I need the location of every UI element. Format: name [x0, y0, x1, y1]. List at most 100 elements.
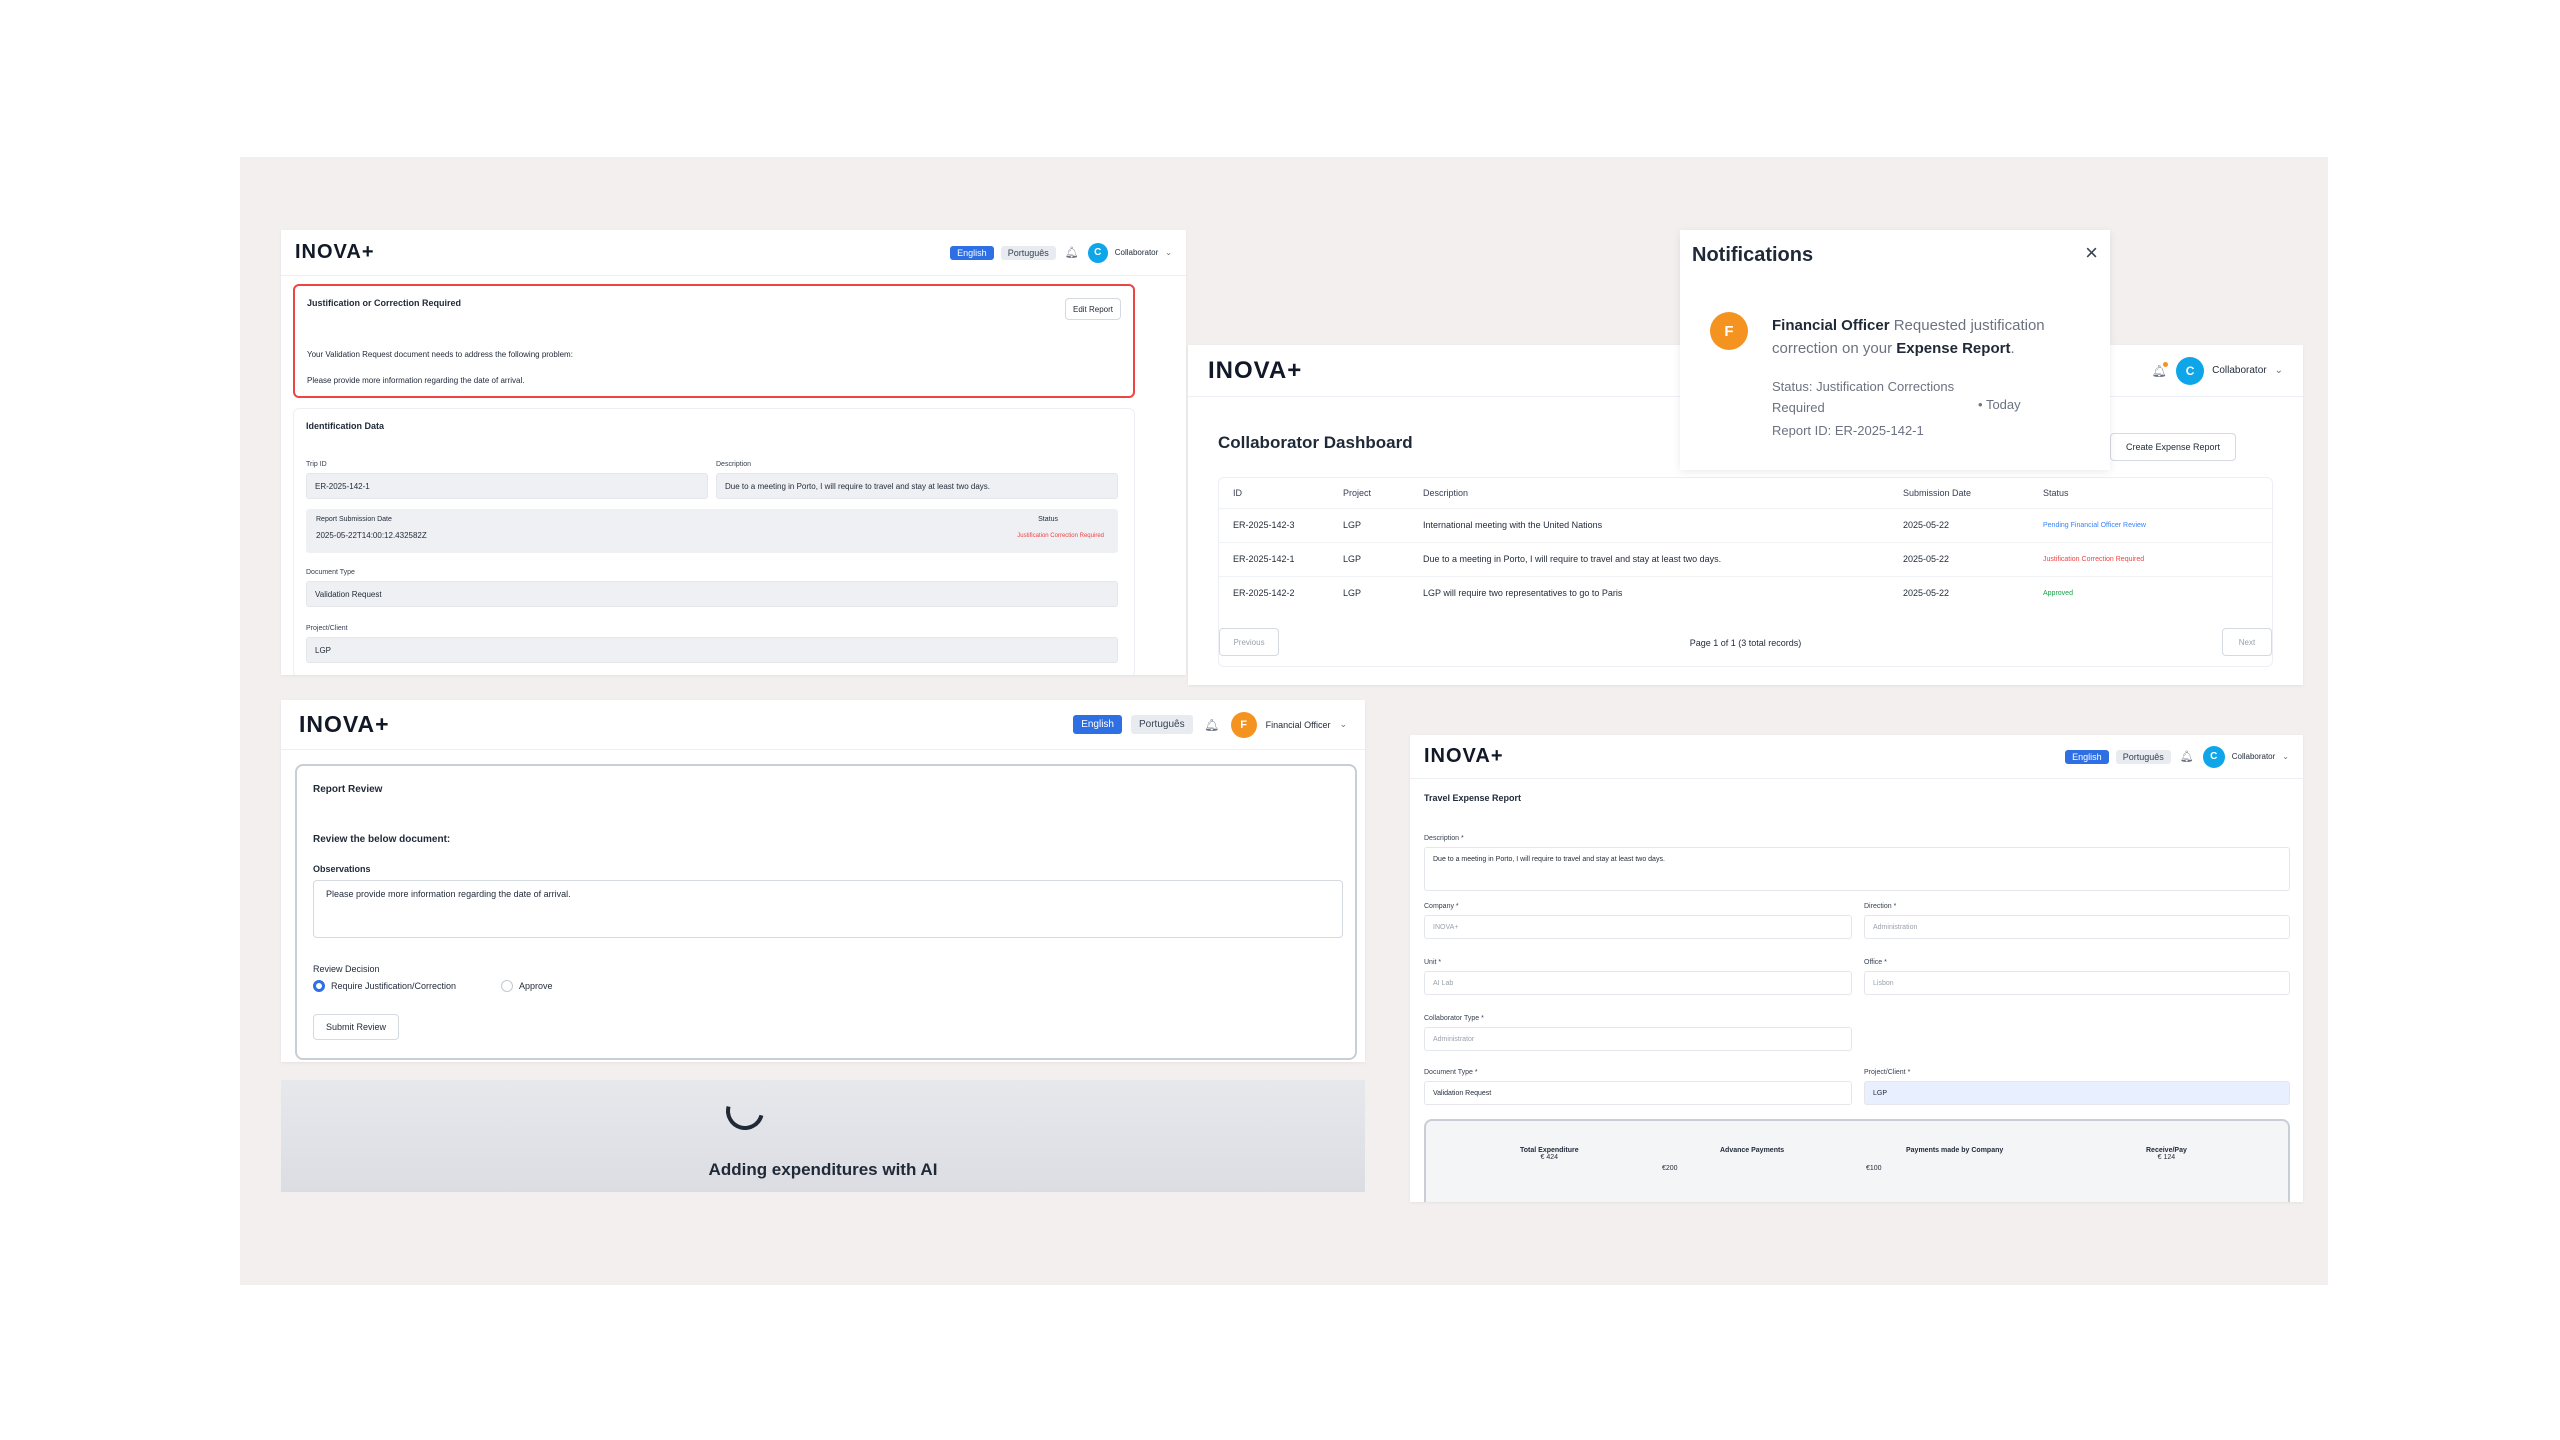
section-title: Identification Data: [306, 421, 385, 431]
row-id: ER-2025-142-3: [1233, 520, 1295, 530]
status-label: Status: [1038, 516, 1058, 523]
submission-date-label: Report Submission Date: [316, 516, 392, 523]
logo: INOVA+: [1208, 356, 1303, 384]
chevron-down-icon[interactable]: ⌄: [1165, 248, 1172, 257]
user-role[interactable]: Collaborator: [2232, 752, 2276, 761]
avatar[interactable]: F: [1230, 711, 1257, 738]
notification-avatar: F: [1710, 312, 1748, 350]
unit-label: Unit *: [1424, 959, 1442, 966]
description-textarea[interactable]: Due to a meeting in Porto, I will requir…: [1424, 847, 2290, 891]
column-description: Description: [1423, 487, 1469, 498]
row-status-badge: Pending Financial Officer Review: [2043, 521, 2146, 529]
direction-select[interactable]: Administration: [1864, 915, 2290, 939]
row-date: 2025-05-22: [1903, 520, 1950, 530]
language-english-button[interactable]: English: [1073, 715, 1122, 734]
description-label: Description *: [1424, 835, 1464, 842]
row-status-badge: Justification Correction Required: [2043, 555, 2145, 563]
notification-message[interactable]: Financial Officer Requested justificatio…: [1772, 314, 2092, 360]
chevron-down-icon[interactable]: ⌄: [2275, 365, 2283, 376]
page-info: Page 1 of 1 (3 total records): [1689, 638, 1802, 648]
reports-table-card: ID Project Description Submission Date S…: [1218, 477, 2274, 667]
language-portuguese-button[interactable]: Português: [1131, 715, 1193, 734]
close-icon[interactable]: ×: [2085, 240, 2098, 266]
column-submission-date: Submission Date: [1903, 487, 1972, 498]
total-expenditure: Total Expenditure € 424: [1520, 1147, 1579, 1161]
project-select[interactable]: LGP: [1864, 1081, 2290, 1105]
company-select[interactable]: INOVA+: [1424, 915, 1852, 939]
notification-time: • Today: [1978, 397, 2021, 412]
submission-box: Report Submission Date 2025-05-22T14:00:…: [306, 509, 1118, 553]
row-project: LGP: [1343, 588, 1362, 599]
submit-review-button[interactable]: Submit Review: [313, 1014, 399, 1040]
advance-label: Advance Payments: [1720, 1147, 1785, 1154]
trip-id-field[interactable]: ER-2025-142-1: [306, 473, 708, 499]
user-role[interactable]: Collaborator: [2212, 365, 2266, 376]
row-project: LGP: [1343, 520, 1362, 530]
radio-selected-icon[interactable]: [313, 980, 325, 992]
edit-report-button[interactable]: Edit Report: [1065, 298, 1121, 320]
chevron-down-icon[interactable]: ⌄: [2282, 752, 2289, 761]
notifications-popover: Notifications × F Financial Officer Requ…: [1680, 230, 2110, 470]
identification-card: Identification Data Trip ID ER-2025-142-…: [293, 408, 1135, 675]
row-status-badge: Approved: [2043, 589, 2073, 597]
row-id: ER-2025-142-2: [1233, 588, 1295, 599]
ai-loading-strip: Adding expenditures with AI: [281, 1080, 1365, 1192]
row-date: 2025-05-22: [1903, 554, 1950, 564]
next-page-button[interactable]: Next: [2222, 628, 2272, 656]
row-project: LGP: [1343, 554, 1362, 564]
office-label: Office *: [1864, 959, 1887, 966]
top-bar: INOVA+ English Português 🔔︎ F Financial …: [281, 700, 1365, 750]
unit-select[interactable]: AI Lab: [1424, 971, 1852, 995]
office-select[interactable]: Lisbon: [1864, 971, 2290, 995]
form-title: Travel Expense Report: [1424, 793, 1522, 803]
bell-icon[interactable]: 🔔︎: [2150, 361, 2169, 380]
avatar[interactable]: C: [2202, 745, 2225, 768]
avatar[interactable]: C: [2176, 356, 2205, 385]
row-description: Due to a meeting in Porto, I will requir…: [1423, 554, 1722, 564]
table-header: ID Project Description Submission Date S…: [1219, 478, 2274, 508]
project-field[interactable]: LGP: [306, 637, 1118, 663]
table-row[interactable]: ER-2025-142-2 LGP LGP will require two r…: [1219, 576, 2274, 610]
direction-label: Direction *: [1864, 903, 1897, 910]
review-card: Report Review Review the below document:…: [295, 764, 1357, 1060]
bell-icon[interactable]: 🔔︎: [1063, 244, 1081, 262]
alert-card: Justification or Correction Required Edi…: [293, 284, 1135, 398]
collaborator-type-select[interactable]: Administrator: [1424, 1027, 1852, 1051]
row-description: LGP will require two representatives to …: [1423, 588, 1623, 599]
observations-textarea[interactable]: Please provide more information regardin…: [313, 880, 1343, 938]
language-english-button[interactable]: English: [2065, 749, 2109, 764]
column-id: ID: [1233, 487, 1242, 498]
language-portuguese-button[interactable]: Português: [1000, 245, 1056, 260]
company-payments-value: €100: [1866, 1165, 1882, 1172]
table-row[interactable]: ER-2025-142-1 LGP Due to a meeting in Po…: [1219, 542, 2274, 576]
description-label: Description: [716, 461, 752, 468]
create-expense-report-button[interactable]: Create Expense Report: [2110, 433, 2236, 461]
user-role[interactable]: Collaborator: [1115, 248, 1159, 257]
document-type-select[interactable]: Validation Request: [1424, 1081, 1852, 1105]
company-payments-label: Payments made by Company: [1906, 1147, 2004, 1154]
top-bar: INOVA+ English Português 🔔︎ C Collaborat…: [281, 230, 1186, 276]
avatar[interactable]: C: [1087, 242, 1108, 263]
option-require-correction[interactable]: Require Justification/Correction: [313, 980, 456, 992]
bell-icon[interactable]: 🔔︎: [2178, 748, 2196, 766]
document-type-field[interactable]: Validation Request: [306, 581, 1118, 607]
notification-target: Expense Report: [1896, 340, 2011, 357]
language-english-button[interactable]: English: [950, 245, 994, 260]
advance-value: €200: [1662, 1165, 1678, 1172]
card-title: Report Review: [313, 784, 383, 795]
chevron-down-icon[interactable]: ⌄: [1339, 719, 1347, 730]
bell-icon[interactable]: 🔔︎: [1202, 715, 1222, 735]
language-portuguese-button[interactable]: Português: [2115, 749, 2171, 764]
notification-report-id: Report ID: ER-2025-142-1: [1772, 423, 1924, 438]
user-role[interactable]: Financial Officer: [1266, 720, 1331, 730]
table-row[interactable]: ER-2025-142-3 LGP International meeting …: [1219, 508, 2274, 542]
column-project: Project: [1343, 487, 1372, 498]
description-field[interactable]: Due to a meeting in Porto, I will requir…: [716, 473, 1118, 499]
unread-dot: [2163, 361, 2169, 367]
option-approve[interactable]: Approve: [501, 980, 553, 992]
alert-problem: Please provide more information regardin…: [307, 376, 525, 385]
receive-pay: Receive/Pay € 124: [2146, 1147, 2187, 1161]
radio-unselected-icon[interactable]: [501, 980, 513, 992]
review-heading: Review the below document:: [313, 834, 451, 845]
notification-sender: Financial Officer: [1772, 317, 1890, 334]
